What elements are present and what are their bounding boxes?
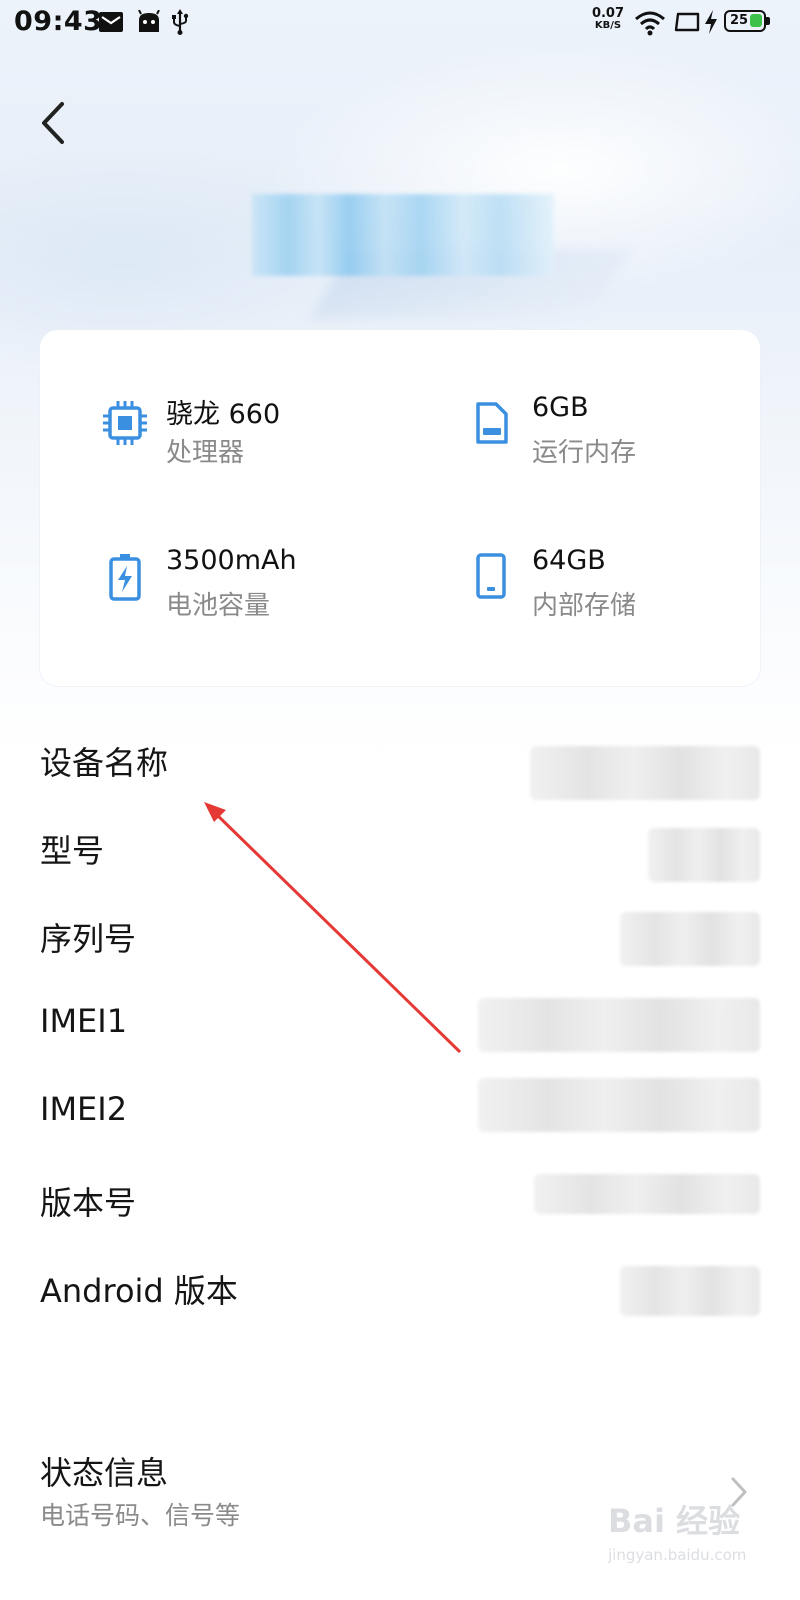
row-imei2: IMEI2 [0, 1070, 800, 1158]
network-speed-unit: KB/S [594, 20, 622, 31]
spec-storage: 64GB 内部存储 [466, 545, 766, 635]
row-label: 设备名称 [40, 744, 169, 782]
row-label: Android 版本 [40, 1272, 238, 1310]
row-imei1: IMEI1 [0, 982, 800, 1070]
row-value-redacted [530, 746, 760, 800]
row-model: 型号 [0, 806, 800, 894]
spec-value: 3500mAh [166, 545, 297, 576]
battery-nub [766, 17, 770, 25]
device-name-redacted [252, 194, 554, 276]
row-label: 型号 [40, 832, 105, 870]
row-android-version: Android 版本 [0, 1246, 800, 1334]
row-value-redacted [620, 912, 760, 966]
memory-card-icon [476, 402, 508, 444]
spec-value: 6GB [532, 392, 589, 423]
chip-icon [103, 401, 147, 445]
spec-card: 骁龙 660 处理器 6GB 运行内存 3500mAh 电池容量 64GB 内部… [40, 330, 760, 686]
android-robot-icon [138, 10, 160, 32]
row-value-redacted [648, 828, 760, 882]
status-info-title: 状态信息 [40, 1454, 169, 1492]
row-label: 序列号 [40, 920, 137, 958]
spec-ram: 6GB 运行内存 [466, 392, 766, 482]
spec-battery: 3500mAh 电池容量 [100, 545, 400, 635]
phone-storage-icon [476, 553, 506, 599]
status-time: 09:43 [14, 6, 103, 37]
watermark-brand: Bai 经验 [608, 1502, 741, 1540]
row-value-redacted [478, 1078, 760, 1132]
battery-level: 25 [729, 13, 749, 28]
spec-label: 运行内存 [532, 438, 637, 468]
battery-icon [109, 554, 141, 601]
spec-label: 电池容量 [166, 591, 271, 621]
spec-label: 内部存储 [532, 591, 637, 621]
status-info-subtitle: 电话号码、信号等 [40, 1501, 241, 1530]
spec-label: 处理器 [166, 438, 245, 468]
row-label: IMEI1 [40, 1002, 128, 1040]
spec-processor: 骁龙 660 处理器 [100, 392, 400, 482]
row-serial: 序列号 [0, 894, 800, 982]
wifi-icon [635, 11, 665, 36]
battery-indicator: 25 [724, 10, 770, 32]
row-build-number[interactable]: 版本号 [0, 1158, 800, 1246]
screen-cast-icon [674, 12, 700, 32]
row-device-name[interactable]: 设备名称 [0, 718, 800, 806]
watermark-url: jingyan.baidu.com [608, 1546, 747, 1564]
row-label: 版本号 [40, 1184, 137, 1222]
mail-icon [99, 12, 123, 32]
row-value-redacted [478, 998, 760, 1052]
row-value-redacted [534, 1174, 760, 1214]
spec-value: 64GB [532, 545, 606, 576]
row-value-redacted [620, 1266, 760, 1316]
status-bar: 09:43 0.07 KB/S 25 [0, 0, 800, 44]
spec-value: 骁龙 660 [166, 399, 281, 430]
network-speed: 0.07 KB/S [588, 6, 628, 32]
row-label: IMEI2 [40, 1090, 128, 1128]
watermark: Bai 经验 jingyan.baidu.com [608, 1496, 768, 1586]
back-arrow-icon[interactable] [30, 96, 74, 150]
usb-icon [172, 9, 189, 35]
charging-bolt-icon [705, 10, 717, 34]
network-speed-value: 0.07 [591, 6, 625, 21]
